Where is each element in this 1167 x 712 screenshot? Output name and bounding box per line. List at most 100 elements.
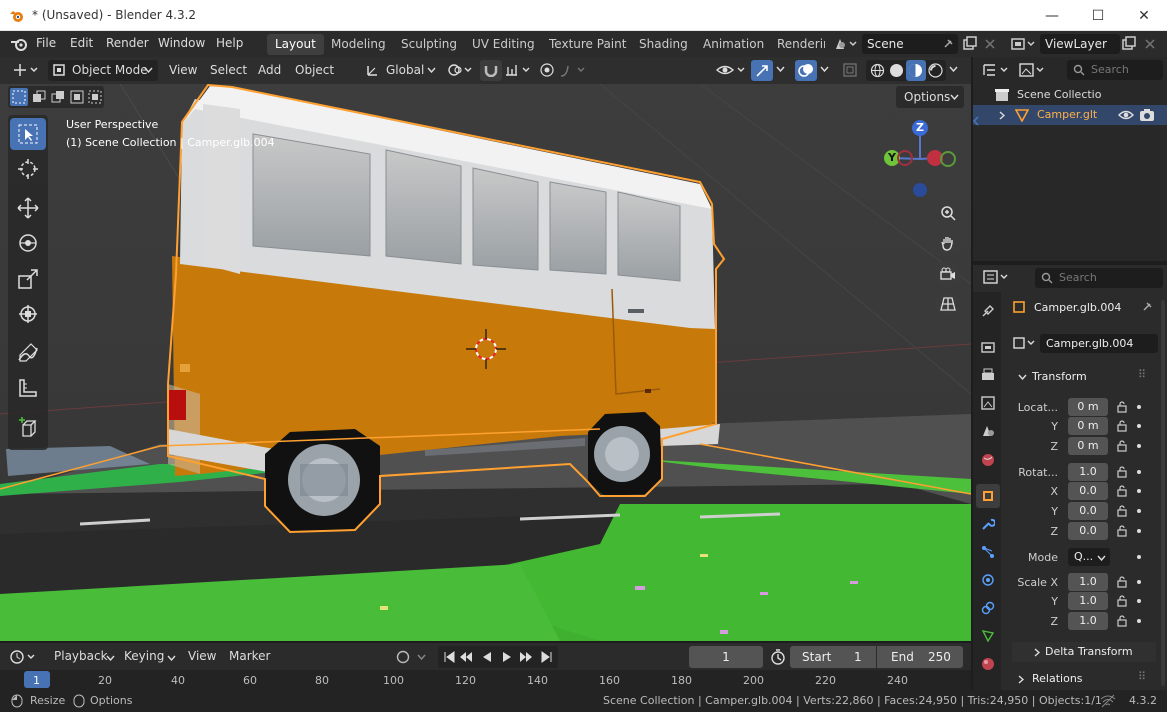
keyframe-dot[interactable] <box>1137 489 1141 493</box>
relations-header[interactable]: Relations ⠿ <box>1012 669 1156 689</box>
tab-texture-paint[interactable]: Texture Paint <box>541 34 634 55</box>
tab-output[interactable] <box>978 364 998 386</box>
lock-icon[interactable] <box>1116 615 1128 627</box>
tab-shading[interactable]: Shading <box>631 34 696 55</box>
tab-world[interactable] <box>978 449 998 471</box>
select-invert-icon[interactable] <box>70 90 84 104</box>
lock-icon[interactable] <box>1116 595 1128 607</box>
tool-transform[interactable] <box>10 298 46 330</box>
chevron-down-icon[interactable] <box>949 66 958 72</box>
lock-icon[interactable] <box>1116 401 1128 413</box>
keyframe-dot[interactable] <box>1137 555 1141 559</box>
tab-modifiers[interactable] <box>978 513 998 535</box>
drag-handle-icon[interactable]: ⠿ <box>1138 368 1146 381</box>
lock-icon[interactable] <box>1116 420 1128 432</box>
tab-data[interactable] <box>978 625 998 647</box>
lock-icon[interactable] <box>1116 485 1128 497</box>
proportional-edit-icon[interactable] <box>540 63 554 77</box>
tab-constraints[interactable] <box>978 597 998 619</box>
camera-render-icon[interactable] <box>1139 108 1155 122</box>
editor-type-button[interactable] <box>8 60 42 81</box>
close-button[interactable]: ✕ <box>1121 0 1167 31</box>
chevron-down-icon[interactable] <box>820 66 829 72</box>
tool-scale[interactable] <box>10 263 46 295</box>
location-y-field[interactable]: 0 m <box>1068 417 1108 435</box>
tab-tool[interactable] <box>978 300 998 322</box>
xray-icon[interactable] <box>843 63 857 77</box>
3d-viewport[interactable]: User Perspective (1) Scene Collection | … <box>0 84 971 641</box>
new-viewlayer-icon[interactable] <box>1121 36 1137 52</box>
camera-view-button[interactable] <box>935 261 961 287</box>
tab-object-active[interactable] <box>976 484 1000 508</box>
tab-scene[interactable] <box>978 420 998 442</box>
snap-toggle[interactable] <box>480 60 502 81</box>
delete-viewlayer-icon[interactable] <box>1144 38 1156 50</box>
tab-uv-editing[interactable]: UV Editing <box>464 34 543 55</box>
select-subtract-icon[interactable] <box>51 90 65 104</box>
tab-rendering[interactable]: Renderir <box>769 34 825 55</box>
eye-icon[interactable] <box>1118 109 1134 121</box>
outliner-search-input[interactable]: Search <box>1067 60 1163 80</box>
object-data-icon[interactable] <box>1012 336 1040 350</box>
delete-scene-icon[interactable] <box>984 38 996 50</box>
solid-shading-icon[interactable] <box>889 63 904 78</box>
menu-object[interactable]: Object <box>290 60 339 81</box>
rotation-z-field[interactable]: 0.0 <box>1068 522 1108 540</box>
menu-render[interactable]: Render <box>106 36 149 50</box>
options-dropdown[interactable]: Options <box>896 86 964 108</box>
menu-edit[interactable]: Edit <box>70 36 93 50</box>
keyframe-dot[interactable] <box>1137 619 1141 623</box>
play-reverse-icon[interactable] <box>481 651 493 663</box>
scale-x-field[interactable]: 1.0 <box>1068 573 1108 591</box>
lock-icon[interactable] <box>1116 440 1128 452</box>
display-mode-icon[interactable] <box>1019 62 1049 78</box>
tab-view-layer[interactable] <box>978 392 998 414</box>
tab-render[interactable] <box>978 336 998 358</box>
select-new-button[interactable] <box>10 88 28 106</box>
tab-physics[interactable] <box>978 569 998 591</box>
chevron-down-icon[interactable] <box>417 654 426 660</box>
pin-icon[interactable] <box>942 38 954 50</box>
chevron-down-icon[interactable] <box>776 66 785 72</box>
minimize-button[interactable]: — <box>1029 0 1075 31</box>
location-x-field[interactable]: 0 m <box>1068 398 1108 416</box>
select-intersect-icon[interactable] <box>88 90 102 104</box>
outliner-item-camper[interactable]: Camper.glt <box>973 105 1167 125</box>
jump-start-icon[interactable] <box>443 651 455 663</box>
wireframe-shading-icon[interactable] <box>870 63 885 78</box>
tab-particles[interactable] <box>978 541 998 563</box>
end-frame-field[interactable]: End 250 <box>877 646 963 668</box>
lock-icon[interactable] <box>1116 576 1128 588</box>
tool-measure[interactable] <box>10 372 46 404</box>
scene-icon[interactable] <box>834 37 858 51</box>
jump-end-icon[interactable] <box>541 651 553 663</box>
orientation-dropdown[interactable]: Global <box>362 60 440 81</box>
outliner-editor-icon[interactable] <box>983 63 1013 77</box>
perspective-toggle-button[interactable] <box>935 291 961 317</box>
overlay-toggle[interactable] <box>795 60 817 81</box>
blender-menu-icon[interactable] <box>10 36 28 52</box>
keyframe-dot[interactable] <box>1137 444 1141 448</box>
keyframe-dot[interactable] <box>1137 509 1141 513</box>
drag-handle-icon[interactable]: ⠿ <box>1138 670 1146 683</box>
pin-icon[interactable] <box>1141 301 1153 313</box>
material-shading-button[interactable] <box>906 60 926 81</box>
menu-help[interactable]: Help <box>216 36 243 50</box>
play-icon[interactable] <box>501 651 513 663</box>
transform-panel-header[interactable]: Transform ⠿ <box>1012 367 1156 387</box>
keyframe-dot[interactable] <box>1137 424 1141 428</box>
pan-button[interactable] <box>935 230 961 256</box>
visibility-icon[interactable] <box>716 63 746 77</box>
next-keyframe-icon[interactable] <box>519 651 533 663</box>
keyframe-dot[interactable] <box>1137 529 1141 533</box>
tab-animation[interactable]: Animation <box>695 34 772 55</box>
snap-target-icon[interactable] <box>505 63 533 77</box>
tab-material[interactable] <box>978 653 998 675</box>
current-frame-field[interactable]: 1 <box>689 646 763 668</box>
menu-add[interactable]: Add <box>253 60 286 81</box>
keyframe-dot[interactable] <box>1137 580 1141 584</box>
prev-keyframe-icon[interactable] <box>459 651 473 663</box>
menu-file[interactable]: File <box>36 36 56 50</box>
keyframe-dot[interactable] <box>1137 470 1141 474</box>
tool-rotate[interactable] <box>10 227 46 259</box>
